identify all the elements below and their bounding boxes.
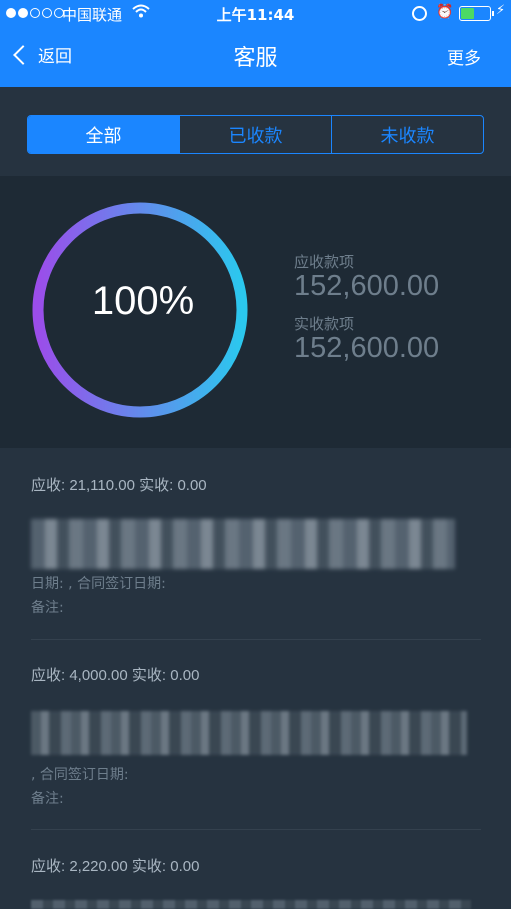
divider [31, 639, 481, 640]
tab-all[interactable]: 全部 [28, 116, 179, 153]
navigation-bar: 返回 客服 更多 [0, 28, 511, 87]
status-bar: 中国联通 上午11:44 ⏰ ⚡ [0, 0, 511, 28]
record-amounts: 应收: 21,110.00 实收: 0.00 [31, 477, 207, 494]
record-date: , 合同签订日期: [31, 767, 129, 783]
redacted-record-title [31, 900, 471, 909]
filter-tabs: 全部 已收款 未收款 [27, 115, 484, 154]
divider [31, 829, 481, 830]
received-label: 实收款项 [294, 315, 355, 333]
received-metric: 实收款项 152,600.00 [294, 313, 439, 365]
record-date: 日期: , 合同签订日期: [31, 576, 166, 592]
receivable-metric: 应收款项 152,600.00 [294, 251, 439, 303]
charging-icon: ⚡ [496, 3, 506, 18]
battery-icon [459, 6, 494, 21]
collection-summary: 100% 应收款项 152,600.00 实收款项 152,600.00 [0, 176, 511, 448]
alarm-icon: ⏰ [436, 4, 454, 20]
page-title: 客服 [233, 46, 278, 71]
header-bar: 中国联通 上午11:44 ⏰ ⚡ 返回 客服 更多 [0, 0, 511, 87]
progress-percent: 100% [91, 279, 195, 323]
receivable-label: 应收款项 [294, 253, 355, 271]
redacted-record-title [31, 711, 467, 755]
redacted-record-title [31, 519, 455, 569]
record-amounts: 应收: 2,220.00 实收: 0.00 [31, 858, 200, 875]
clock: 上午11:44 [216, 6, 295, 24]
record-note: 备注: [31, 600, 64, 616]
received-value: 152,600.00 [294, 332, 440, 364]
more-button[interactable]: 更多 [447, 44, 481, 69]
tab-unreceived[interactable]: 未收款 [331, 116, 483, 153]
rotation-lock-icon [412, 6, 427, 21]
tab-received[interactable]: 已收款 [179, 116, 331, 153]
receivable-value: 152,600.00 [294, 270, 440, 302]
record-amounts: 应收: 4,000.00 实收: 0.00 [31, 667, 200, 684]
record-note: 备注: [31, 791, 64, 807]
